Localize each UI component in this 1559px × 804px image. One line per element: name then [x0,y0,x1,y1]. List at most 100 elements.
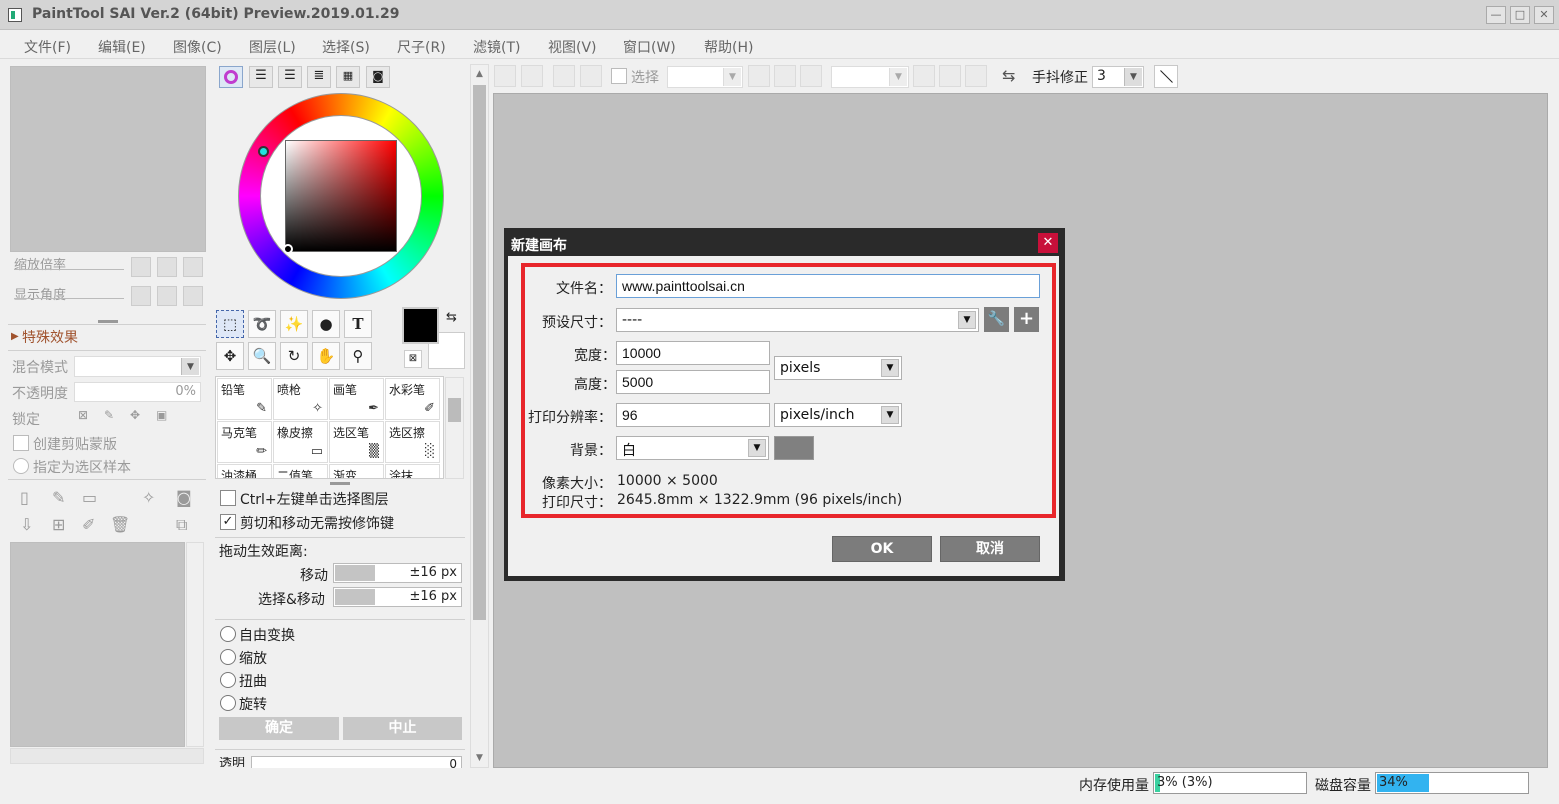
zoom-combo[interactable]: ▼ [667,66,743,88]
menu-file[interactable]: 文件(F) [24,37,71,57]
brush-bucket[interactable]: 油漆桶 [217,464,272,478]
select-checkbox[interactable] [611,68,627,84]
panel-splitter[interactable] [98,320,118,323]
menu-edit[interactable]: 编辑(E) [98,37,146,57]
lock-all-icon[interactable]: ▣ [156,408,167,422]
brush-pencil[interactable]: 铅笔 ✎ [217,378,272,420]
distort-radio[interactable] [220,672,236,688]
clip-checkbox[interactable] [13,435,29,451]
foreground-color-swatch[interactable] [402,307,439,344]
rotate-tool[interactable]: ↻ [280,342,308,370]
brush-brush[interactable]: 画笔 ✒ [329,378,384,420]
scroll-down-icon[interactable]: ▼ [471,749,488,767]
background-select[interactable]: 白 ▼ [616,436,769,460]
brush-smudge[interactable]: 涂抹 [385,464,440,478]
section-title[interactable]: 特殊效果 [22,327,78,347]
move-tool[interactable]: ✥ [216,342,244,370]
brush-selection-eraser[interactable]: 选区擦 ░ [385,421,440,463]
scale-radio[interactable] [220,649,236,665]
layer-list-scrollbar[interactable] [186,542,204,747]
menu-layer[interactable]: 图层(L) [249,37,296,57]
redo-button[interactable] [521,65,543,87]
sv-handle[interactable] [283,244,293,254]
new-folder-icon[interactable]: ▭ [82,488,97,507]
transparency-slider[interactable]: 0 [251,756,462,771]
menu-select[interactable]: 选择(S) [322,37,370,57]
rotation-combo[interactable]: ▼ [831,66,909,88]
angle-slider[interactable] [14,298,124,299]
zoom-in-button[interactable] [157,257,177,277]
rotate-reset-button[interactable] [183,286,203,306]
zoom-reset-toolbar-button[interactable] [800,65,822,87]
new-layer-icon[interactable]: ▯ [20,488,29,507]
scroll-thumb[interactable] [473,85,486,620]
zoom-out-button[interactable] [131,257,151,277]
zoom-slider[interactable] [14,269,124,270]
layer-effect-icon[interactable]: ✧ [142,488,155,507]
scroll-up-icon[interactable]: ▲ [471,65,488,83]
lock-transparency-icon[interactable]: ⊠ [78,408,88,422]
merge-layer-icon[interactable]: ⊞ [52,515,65,534]
rotate-right-toolbar-button[interactable] [939,65,961,87]
stabilizer-select[interactable]: 3 ▼ [1092,66,1144,88]
resolution-input[interactable] [616,403,770,427]
rgb-slider-tab[interactable]: ☰ [249,66,273,88]
zoom-out-toolbar-button[interactable] [748,65,770,87]
blend-mode-select[interactable]: ▼ [74,356,201,377]
minimize-button[interactable]: — [1486,6,1506,24]
cancel-button[interactable]: 取消 [940,536,1040,562]
tool-panel-scrollbar[interactable]: ▲ ▼ [470,64,489,768]
add-preset-button[interactable]: + [1014,307,1039,332]
height-input[interactable] [616,370,770,394]
undo-button[interactable] [494,65,516,87]
color-wheel-tab[interactable] [219,66,243,88]
unit-select[interactable]: pixels ▼ [774,356,902,380]
selection-sample-radio[interactable] [13,458,29,474]
brush-list-scrollbar[interactable] [445,377,464,479]
deselect-button[interactable] [553,65,575,87]
brush-eraser[interactable]: 橡皮擦 ▭ [273,421,328,463]
preset-settings-button[interactable]: 🔧 [984,307,1009,332]
menu-window[interactable]: 窗口(W) [623,37,676,57]
zoom-tool[interactable]: 🔍 [248,342,276,370]
background-color-swatch[interactable] [774,436,814,460]
brush-gradient[interactable]: 渐变 [329,464,384,478]
swatches-tab[interactable]: ▦ [336,66,360,88]
resolution-unit-select[interactable]: pixels/inch ▼ [774,403,902,427]
hue-handle[interactable] [258,146,269,157]
brush-marker[interactable]: 马克笔 ✏ [217,421,272,463]
text-tool[interactable]: T [344,310,372,338]
zoom-reset-button[interactable] [183,257,203,277]
shape-tool[interactable]: ● [312,310,340,338]
rotate-radio[interactable] [220,695,236,711]
transform-cancel-button[interactable]: 中止 [343,717,462,740]
dialog-close-button[interactable]: ✕ [1038,233,1058,253]
mask-icon[interactable]: ◙ [176,488,192,507]
brush-list[interactable]: 铅笔 ✎ 喷枪 ✧ 画笔 ✒ 水彩笔 ✐ 马克笔 ✏ 橡皮擦 ▭ 选区笔 ▒ 选区擦 ░ 油漆桶… [215,376,444,479]
maximize-button[interactable]: □ [1510,6,1530,24]
new-linework-icon[interactable]: ✎ [52,488,65,507]
navigator-preview[interactable] [10,66,206,252]
lasso-tool[interactable]: ➰ [248,310,276,338]
width-input[interactable] [616,341,770,365]
ok-button[interactable]: OK [832,536,932,562]
flip-horizontal-icon[interactable]: ⇆ [1002,66,1015,85]
menu-image[interactable]: 图像(C) [173,37,222,57]
move-distance-slider[interactable]: ±16 px [333,563,462,583]
sv-square[interactable] [285,140,397,252]
clear-layer-icon[interactable]: ✐ [82,515,95,534]
collapse-arrow-icon[interactable]: ▶ [11,331,19,342]
rotate-left-toolbar-button[interactable] [913,65,935,87]
pressure-toggle-button[interactable] [1154,65,1178,88]
menu-help[interactable]: 帮助(H) [704,37,753,57]
hand-tool[interactable]: ✋ [312,342,340,370]
menu-filter[interactable]: 滤镜(T) [473,37,520,57]
zoom-in-toolbar-button[interactable] [774,65,796,87]
brush-watercolor[interactable]: 水彩笔 ✐ [385,378,440,420]
free-transform-radio[interactable] [220,626,236,642]
scroll-thumb[interactable] [448,398,461,422]
trash-icon[interactable]: 🗑 [110,515,130,534]
rect-select-tool[interactable]: ⬚ [216,310,244,338]
opacity-slider[interactable]: 0% [74,382,201,402]
preset-select[interactable]: ---- ▼ [616,308,979,332]
